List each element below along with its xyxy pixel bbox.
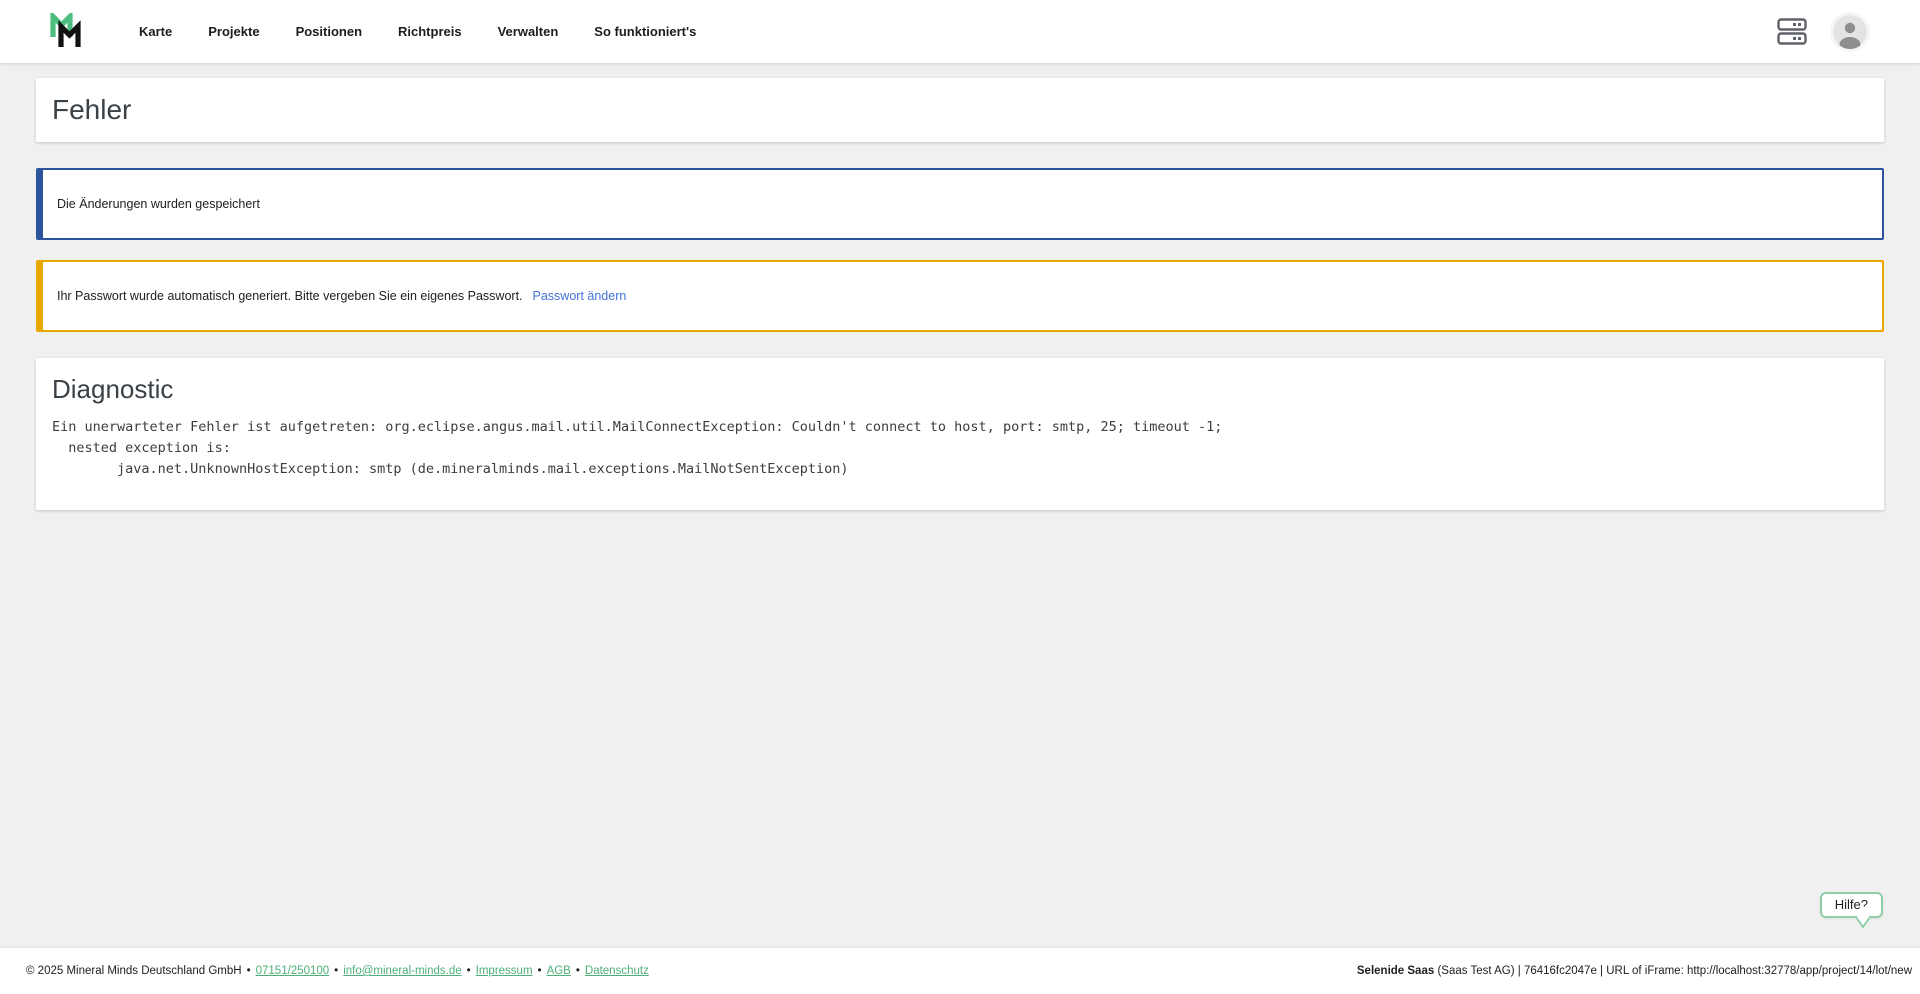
page-title-card: Fehler bbox=[36, 78, 1884, 142]
app-root: Karte Projekte Positionen Richtpreis Ver… bbox=[0, 0, 1920, 994]
nav-item-karte[interactable]: Karte bbox=[139, 24, 172, 39]
footer-link-impressum[interactable]: Impressum bbox=[476, 965, 533, 977]
user-avatar-icon[interactable] bbox=[1833, 15, 1867, 49]
navbar-right-actions bbox=[1777, 15, 1867, 49]
footer-link-email[interactable]: info@mineral-minds.de bbox=[343, 965, 461, 977]
mineral-minds-logo-icon bbox=[50, 13, 81, 50]
nav-item-verwalten[interactable]: Verwalten bbox=[498, 24, 559, 39]
server-icon[interactable] bbox=[1777, 18, 1807, 45]
footer-separator: • bbox=[247, 965, 251, 977]
nav-item-positionen[interactable]: Positionen bbox=[296, 24, 362, 39]
nav-item-richtpreis[interactable]: Richtpreis bbox=[398, 24, 462, 39]
footer-tenant-name: Selenide Saas bbox=[1357, 965, 1434, 977]
top-navbar: Karte Projekte Positionen Richtpreis Ver… bbox=[0, 0, 1920, 63]
footer-separator: • bbox=[538, 965, 542, 977]
nav-item-projekte[interactable]: Projekte bbox=[208, 24, 259, 39]
app-logo[interactable] bbox=[50, 13, 81, 50]
footer-link-phone[interactable]: 07151/250100 bbox=[256, 965, 330, 977]
diagnostic-title: Diagnostic bbox=[52, 374, 1868, 405]
footer-link-datenschutz[interactable]: Datenschutz bbox=[585, 965, 649, 977]
warning-alert: Ihr Passwort wurde automatisch generiert… bbox=[36, 260, 1884, 332]
info-alert: Die Änderungen wurden gespeichert bbox=[36, 168, 1884, 240]
nav-item-so-funktionierts[interactable]: So funktioniert's bbox=[594, 24, 696, 39]
change-password-link[interactable]: Passwort ändern bbox=[533, 289, 627, 303]
footer-tenant-details: (Saas Test AG) | 76416fc2047e | URL of i… bbox=[1434, 965, 1912, 977]
info-alert-text: Die Änderungen wurden gespeichert bbox=[57, 197, 260, 211]
footer-separator: • bbox=[334, 965, 338, 977]
footer-right: Selenide Saas (Saas Test AG) | 76416fc20… bbox=[1357, 965, 1912, 977]
footer: © 2025 Mineral Minds Deutschland GmbH • 07… bbox=[0, 948, 1920, 994]
footer-left: © 2025 Mineral Minds Deutschland GmbH • 07… bbox=[26, 965, 649, 977]
footer-link-agb[interactable]: AGB bbox=[547, 965, 571, 977]
page-title: Fehler bbox=[52, 92, 1868, 128]
footer-separator: • bbox=[576, 965, 580, 977]
help-button-label: Hilfe? bbox=[1835, 897, 1868, 912]
diagnostic-message: Ein unerwarteter Fehler ist aufgetreten:… bbox=[52, 417, 1868, 480]
footer-separator: • bbox=[467, 965, 471, 977]
main-nav: Karte Projekte Positionen Richtpreis Ver… bbox=[139, 24, 696, 39]
footer-copyright: © 2025 Mineral Minds Deutschland GmbH bbox=[26, 965, 242, 977]
warning-alert-text: Ihr Passwort wurde automatisch generiert… bbox=[57, 289, 523, 303]
help-button[interactable]: Hilfe? bbox=[1820, 892, 1883, 918]
content-area: Fehler Die Änderungen wurden gespeichert… bbox=[0, 63, 1920, 948]
diagnostic-card: Diagnostic Ein unerwarteter Fehler ist a… bbox=[36, 358, 1884, 510]
